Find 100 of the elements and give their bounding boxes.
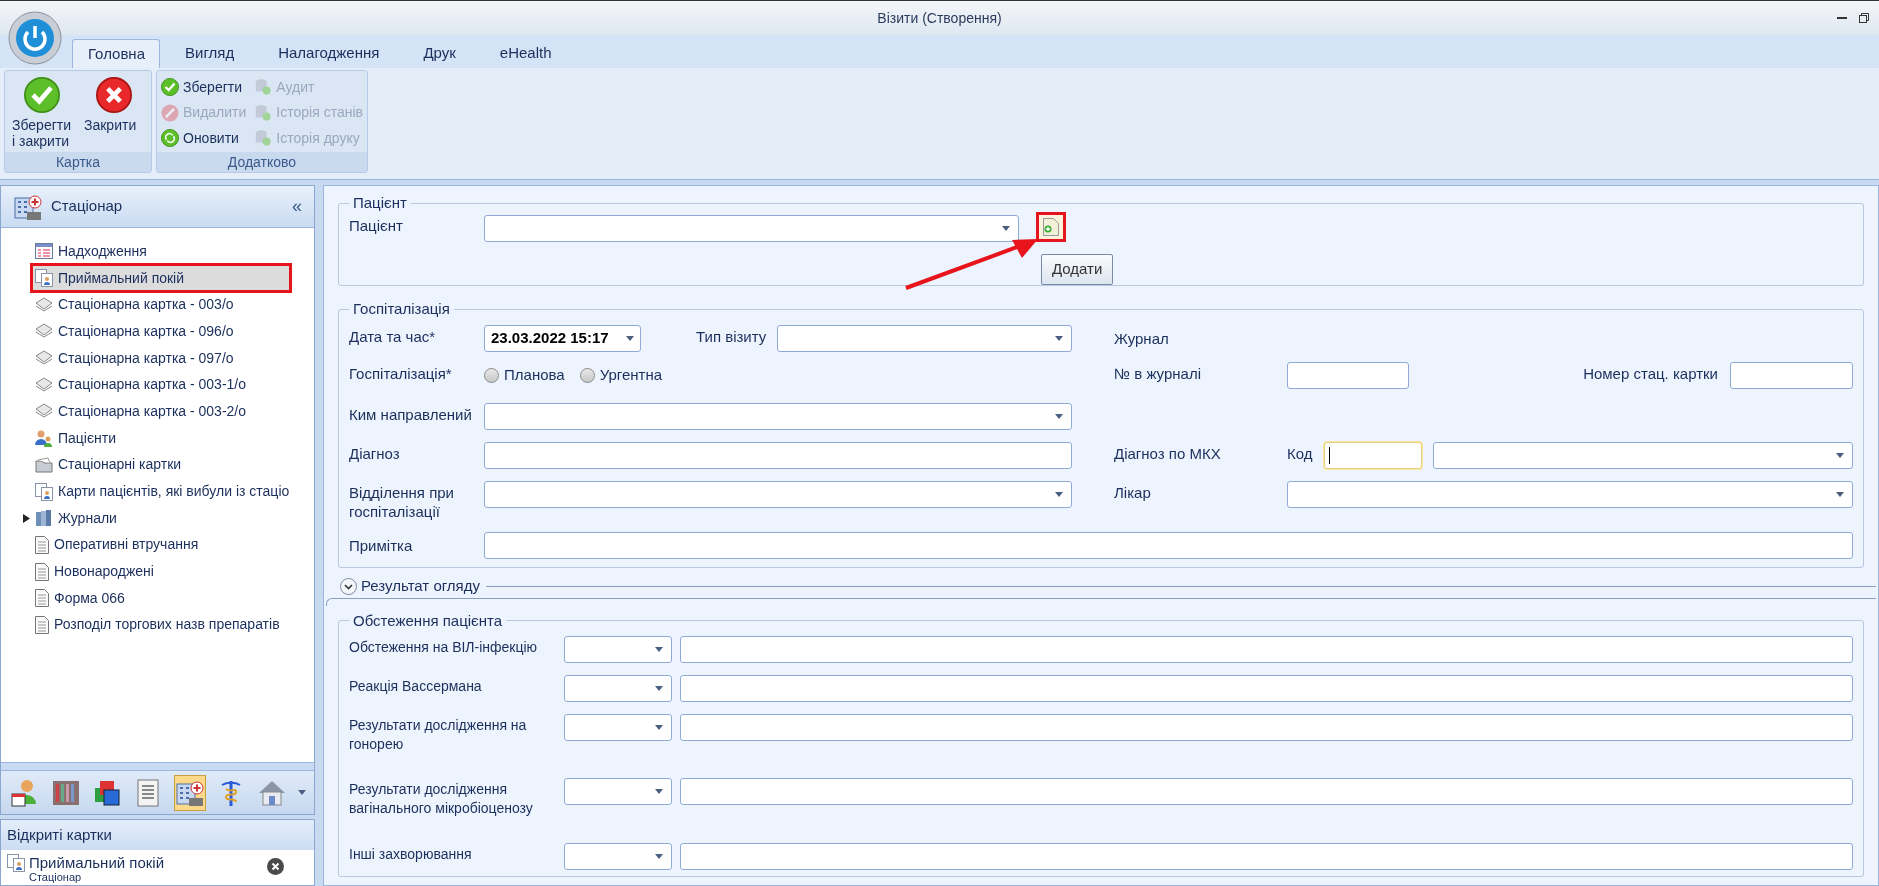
sidebar-item[interactable]: Стаціонарна картка - 096/о <box>33 319 305 344</box>
dropdown-arrow-icon <box>1055 491 1063 497</box>
sidebar-item[interactable]: Карти пацієнтів, які вибули із стаціо <box>33 479 305 504</box>
tooltip: Додати <box>1041 253 1114 285</box>
restore-icon[interactable] <box>1859 13 1869 23</box>
field-label: Інші захворювання <box>349 845 473 864</box>
sidebar-item[interactable]: Стаціонарні картки <box>33 452 305 477</box>
sidebar-item[interactable]: Стаціонарна картка - 003/о <box>33 292 305 317</box>
field-label: Тип візиту <box>696 326 768 346</box>
document-icon <box>35 615 49 634</box>
result-note-field[interactable] <box>680 675 1853 702</box>
minimize-icon[interactable] <box>1837 16 1847 20</box>
visit-type-combo[interactable] <box>777 324 1072 352</box>
ribbon-tab[interactable]: eHealth <box>484 39 567 68</box>
result-note-field[interactable] <box>680 714 1853 741</box>
collapse-button[interactable]: « <box>292 193 302 220</box>
journal-number-field[interactable] <box>1287 361 1409 389</box>
database-icon <box>254 103 273 122</box>
department-combo[interactable] <box>484 480 1072 508</box>
document-icon <box>35 589 49 608</box>
field-label: Діагноз <box>349 443 401 463</box>
add-document-icon <box>1043 217 1059 236</box>
result-note-field[interactable] <box>680 636 1853 663</box>
dropdown-arrow-icon <box>655 647 663 652</box>
recycle-icon <box>161 129 179 148</box>
sidebar-item[interactable]: Стаціонарна картка - 003-2/о <box>33 399 305 424</box>
field-label: Обстеження на ВІЛ-інфекцію <box>349 638 539 657</box>
dropdown-arrow-icon <box>1055 335 1063 341</box>
sidebar-item[interactable]: Розподіл торгових назв препаратів <box>33 612 305 637</box>
group-legend: Госпіталізація <box>349 298 454 321</box>
field-label: Примітка <box>349 535 414 555</box>
document-icon <box>35 562 49 581</box>
field-label: Діагноз по МКХ <box>1114 443 1222 463</box>
radio-option[interactable]: Планова <box>484 363 565 387</box>
ribbon-button[interactable]: Зберегти і закрити <box>9 77 75 149</box>
expand-toggle-icon[interactable] <box>340 578 357 595</box>
splitter-handle[interactable] <box>1 762 314 770</box>
sidebar-item[interactable]: Журнали <box>33 506 305 531</box>
sidebar-item[interactable]: Оперативні втручання <box>33 532 305 557</box>
power-icon[interactable] <box>8 11 62 65</box>
id-card-icon <box>7 854 25 872</box>
add-patient-button[interactable] <box>1039 214 1063 239</box>
note-field[interactable] <box>484 531 1853 559</box>
field-label: Пацієнт <box>349 215 404 235</box>
field-label: Лікар <box>1114 482 1152 502</box>
referred-by-combo[interactable] <box>484 402 1072 430</box>
radio-button[interactable] <box>579 367 595 383</box>
close-icon <box>96 77 132 113</box>
sidebar-item[interactable]: Форма 066 <box>33 586 305 611</box>
sidebar-item[interactable]: Пацієнти <box>33 426 305 451</box>
sidebar-item[interactable]: Стаціонарна картка - 003-1/о <box>33 372 305 397</box>
radio-button[interactable] <box>484 367 499 383</box>
radio-option[interactable]: Ургентна <box>579 363 663 387</box>
icd-code-field[interactable] <box>1324 441 1422 469</box>
dropdown-arrow-icon <box>1055 413 1063 419</box>
field-label: Госпіталізація* <box>349 363 453 383</box>
field-label: Реакція Вассермана <box>349 677 483 696</box>
database-icon <box>254 78 273 96</box>
ribbon-button[interactable]: Зберегти <box>161 75 247 99</box>
documents-icon <box>35 403 53 420</box>
field-label: Відділення при госпіталізації <box>349 482 455 521</box>
ribbon-tab[interactable]: Друк <box>408 39 471 68</box>
result-combo[interactable] <box>564 636 672 663</box>
date-time-field[interactable]: 23.03.2022 15:17 <box>484 324 641 352</box>
ribbon-tab[interactable]: Налагодження <box>263 39 395 68</box>
field-label: Код <box>1287 443 1314 463</box>
close-icon[interactable] <box>267 858 284 875</box>
icd-diagnosis-combo[interactable] <box>1433 441 1853 469</box>
people-icon <box>35 429 53 448</box>
documents-icon <box>35 296 53 313</box>
sidebar-item[interactable]: Новонароджені <box>33 559 305 584</box>
result-note-field[interactable] <box>680 843 1853 870</box>
no-entry-icon <box>161 103 179 122</box>
id-card-icon <box>35 482 53 501</box>
doctor-combo[interactable] <box>1287 480 1853 508</box>
result-combo[interactable] <box>564 778 672 805</box>
patient-combo[interactable] <box>484 214 1019 242</box>
documents-icon <box>35 323 53 340</box>
dropdown-arrow-icon <box>655 686 663 691</box>
navigator-button[interactable] <box>173 774 206 811</box>
books-icon <box>35 509 53 528</box>
sidebar-item[interactable]: Стаціонарна картка - 097/о <box>33 346 305 371</box>
ribbon-tab[interactable]: Головна <box>72 39 160 68</box>
sidebar-title: Стаціонар <box>51 196 124 217</box>
diagnosis-field[interactable] <box>484 441 1072 469</box>
documents-icon <box>35 350 53 367</box>
card-number-field[interactable] <box>1730 361 1853 389</box>
dropdown-arrow-icon <box>1836 452 1844 458</box>
result-note-field[interactable] <box>680 778 1853 805</box>
open-card-title[interactable]: Приймальний покій <box>29 854 263 871</box>
sidebar-item[interactable]: Надходження <box>33 239 305 264</box>
ribbon-button[interactable]: Оновити <box>161 126 247 151</box>
expand-arrow-icon[interactable] <box>22 513 30 523</box>
sidebar-item[interactable]: Приймальний покій <box>33 266 289 291</box>
result-combo[interactable] <box>564 843 672 870</box>
result-combo[interactable] <box>564 714 672 741</box>
section-title: Результат огляду <box>361 576 480 597</box>
ribbon-tab[interactable]: Вигляд <box>170 39 250 68</box>
ribbon-button[interactable]: Закрити <box>81 77 147 133</box>
result-combo[interactable] <box>564 675 672 702</box>
